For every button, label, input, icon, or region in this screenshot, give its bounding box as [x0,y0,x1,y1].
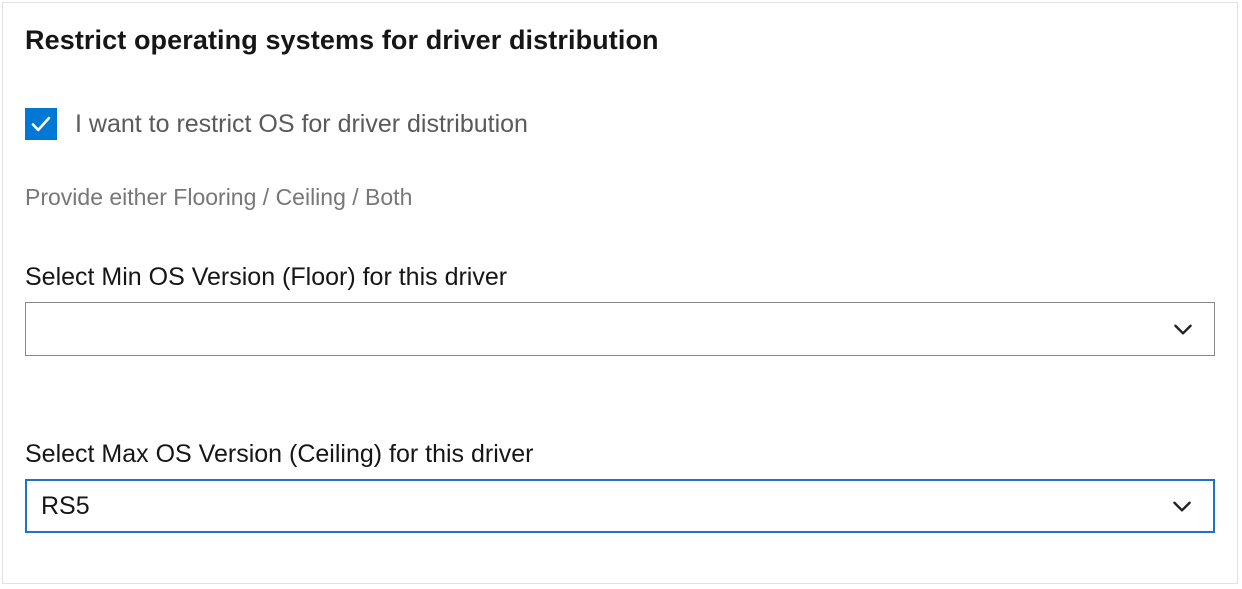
min-os-select[interactable] [25,302,1215,356]
max-os-label: Select Max OS Version (Ceiling) for this… [25,440,1215,469]
min-os-label: Select Min OS Version (Floor) for this d… [25,263,1215,292]
chevron-down-icon [1169,493,1195,519]
restrict-os-checkbox-label: I want to restrict OS for driver distrib… [75,109,528,139]
restrict-os-checkbox-row: I want to restrict OS for driver distrib… [25,108,1215,140]
restrict-os-checkbox[interactable] [25,108,57,140]
min-os-field: Select Min OS Version (Floor) for this d… [25,263,1215,356]
max-os-field: Select Max OS Version (Ceiling) for this… [25,440,1215,533]
checkmark-icon [29,112,53,136]
page-title: Restrict operating systems for driver di… [25,25,1215,56]
max-os-select[interactable]: RS5 [25,479,1215,533]
chevron-down-icon [1170,316,1196,342]
restrict-os-panel: Restrict operating systems for driver di… [2,2,1238,584]
max-os-value: RS5 [41,492,1169,521]
floor-ceiling-hint: Provide either Flooring / Ceiling / Both [25,184,1215,211]
